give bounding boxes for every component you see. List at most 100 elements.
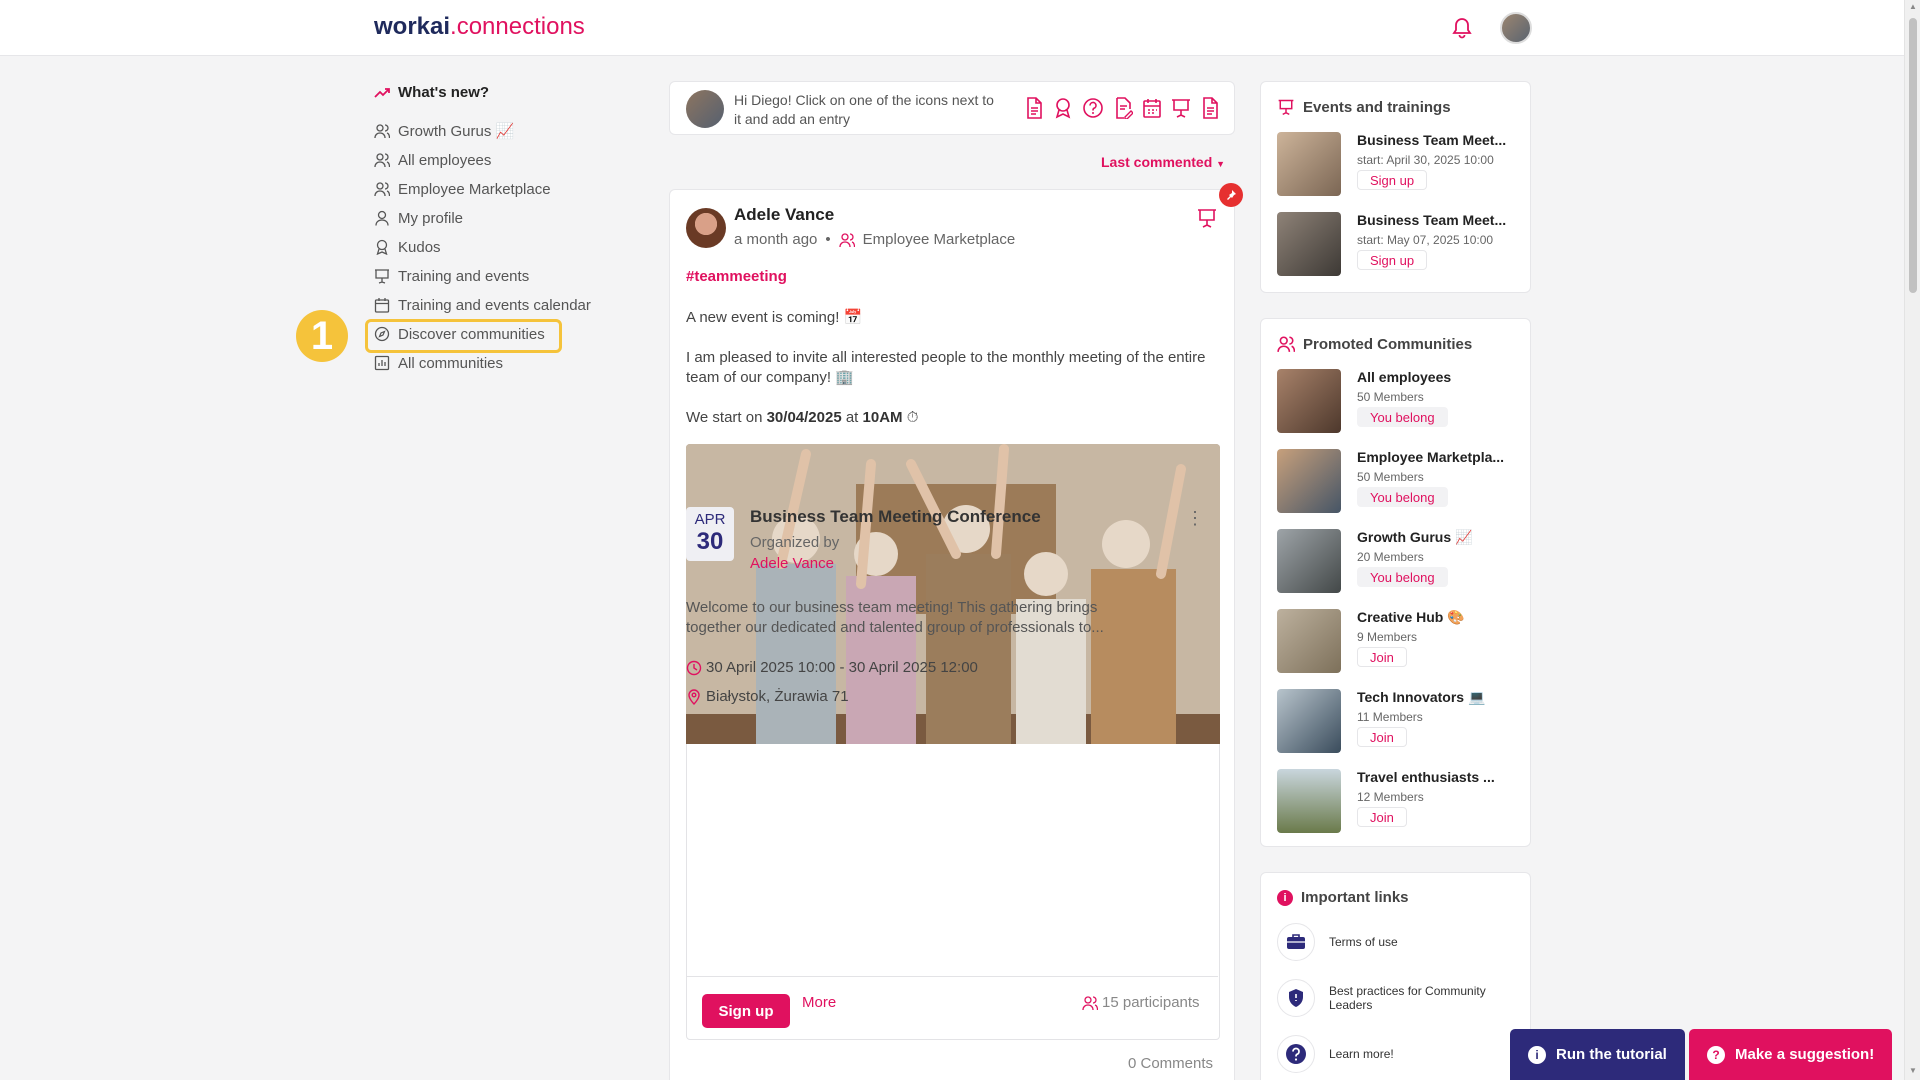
signup-button[interactable]: Sign up	[1357, 170, 1428, 190]
pin-icon	[1219, 183, 1243, 207]
post-community[interactable]: Employee Marketplace	[863, 231, 1016, 248]
caret-down-icon: ▼	[1216, 159, 1226, 169]
community-item[interactable]: Tech Innovators 💻 11 Members Join	[1277, 689, 1517, 753]
community-item[interactable]: Employee Marketpla... 50 Members You belon…	[1277, 449, 1517, 513]
you-belong-badge[interactable]: You belong	[1357, 487, 1448, 507]
post-meta: a month ago • Employee Marketplace	[734, 231, 1016, 248]
users-icon	[1277, 336, 1295, 352]
users-icon	[374, 153, 390, 168]
event-thumbnail	[1277, 212, 1341, 276]
info-icon: i	[1277, 889, 1293, 906]
link-learn-more[interactable]: Learn more!	[1277, 1035, 1517, 1073]
sidebar-item-training-events[interactable]: Training and events	[374, 265, 529, 287]
community-thumbnail	[1277, 369, 1341, 433]
trending-icon	[374, 87, 390, 98]
users-icon	[374, 182, 390, 197]
join-button[interactable]: Join	[1357, 807, 1407, 827]
users-icon	[1082, 995, 1098, 1010]
calendar-icon[interactable]	[1142, 97, 1162, 119]
page-scrollbar[interactable]: ▲ ▼	[1904, 0, 1920, 1080]
app-logo[interactable]: workai.connections	[374, 13, 585, 41]
users-icon	[839, 232, 855, 247]
post-time: a month ago	[734, 231, 818, 248]
community-thumbnail	[1277, 529, 1341, 593]
presentation-icon[interactable]	[1171, 97, 1191, 119]
post-line-2: I am pleased to invite all interested pe…	[686, 349, 1206, 386]
sidebar-item-kudos[interactable]: Kudos	[374, 236, 441, 258]
links-card-title: i Important links	[1277, 889, 1409, 906]
post-composer: Hi Diego! Click on one of the icons next…	[669, 81, 1235, 135]
post-author[interactable]: Adele Vance	[734, 205, 834, 225]
sidebar-item-all-employees[interactable]: All employees	[374, 149, 491, 171]
document-icon[interactable]	[1024, 97, 1044, 119]
communities-card: Promoted Communities All employees 50 Mem…	[1260, 318, 1531, 847]
link-terms[interactable]: Terms of use	[1277, 923, 1517, 961]
post-line-1: A new event is coming! 📅	[686, 309, 863, 326]
events-card: Events and trainings Business Team Meet.…	[1260, 81, 1531, 293]
presentation-icon	[1278, 99, 1294, 116]
post-hashtag[interactable]: #teammeeting	[686, 268, 787, 285]
chart-icon	[374, 355, 390, 371]
you-belong-badge[interactable]: You belong	[1357, 407, 1448, 427]
run-tutorial-button[interactable]: i Run the tutorial	[1510, 1029, 1685, 1080]
divider	[686, 976, 1218, 977]
presentation-icon	[375, 269, 389, 284]
join-button[interactable]: Join	[1357, 727, 1407, 747]
author-avatar[interactable]	[686, 208, 726, 248]
bell-icon[interactable]	[1452, 17, 1472, 44]
scroll-down-icon[interactable]: ▼	[1909, 1066, 1917, 1075]
award-icon	[376, 239, 388, 255]
community-item[interactable]: All employees 50 Members You belong	[1277, 369, 1517, 433]
award-icon[interactable]	[1053, 97, 1073, 119]
community-thumbnail	[1277, 769, 1341, 833]
sidebar-item-growth-gurus[interactable]: Growth Gurus 📈	[374, 120, 514, 142]
scroll-thumb[interactable]	[1909, 18, 1917, 293]
shield-icon	[1277, 979, 1315, 1017]
question-icon	[1277, 1035, 1315, 1073]
info-icon: i	[1528, 1045, 1546, 1064]
sort-dropdown[interactable]: Last commented ▼	[1101, 154, 1225, 170]
post-card: Adele Vance a month ago • Employee Marke…	[669, 183, 1243, 1080]
join-button[interactable]: Join	[1357, 647, 1407, 667]
users-icon	[374, 124, 390, 139]
make-suggestion-button[interactable]: ? Make a suggestion!	[1689, 1029, 1893, 1080]
events-card-title: Events and trainings	[1277, 98, 1451, 116]
community-thumbnail	[1277, 449, 1341, 513]
briefcase-icon	[1277, 923, 1315, 961]
community-thumbnail	[1277, 609, 1341, 673]
nav-whats-new[interactable]: What's new?	[374, 84, 489, 101]
user-avatar[interactable]	[1500, 12, 1532, 44]
presentation-icon	[1196, 207, 1218, 234]
composer-prompt[interactable]: Hi Diego! Click on one of the icons next…	[734, 91, 994, 129]
community-thumbnail	[1277, 689, 1341, 753]
community-item[interactable]: Creative Hub 🎨 9 Members Join	[1277, 609, 1517, 673]
event-signup-button[interactable]: Sign up	[702, 994, 790, 1028]
community-item[interactable]: Growth Gurus 📈 20 Members You belong	[1277, 529, 1517, 593]
question-icon: ?	[1707, 1045, 1725, 1064]
top-header: workai.connections	[0, 0, 1904, 56]
calendar-icon	[374, 298, 390, 313]
link-best-practices[interactable]: Best practices for Community Leaders	[1277, 979, 1517, 1017]
document-icon[interactable]	[1200, 97, 1220, 119]
highlight-box	[365, 319, 562, 353]
you-belong-badge[interactable]: You belong	[1357, 567, 1448, 587]
event-participants[interactable]: 15 participants	[1082, 994, 1200, 1011]
document-edit-icon[interactable]	[1113, 97, 1133, 119]
sidebar-item-training-calendar[interactable]: Training and events calendar	[374, 294, 591, 316]
question-icon[interactable]	[1082, 97, 1104, 119]
event-item[interactable]: Business Team Meet... start: May 07, 202…	[1277, 212, 1517, 276]
post-line-3: We start on 30/04/2025 at 10AM ⏱	[686, 409, 919, 426]
composer-icons	[1024, 97, 1220, 119]
community-item[interactable]: Travel enthusiasts ... 12 Members Join	[1277, 769, 1517, 833]
sidebar-item-employee-marketplace[interactable]: Employee Marketplace	[374, 178, 551, 200]
signup-button[interactable]: Sign up	[1357, 250, 1428, 270]
event-item[interactable]: Business Team Meet... start: April 30, 2…	[1277, 132, 1517, 196]
sidebar-item-all-communities[interactable]: All communities	[374, 352, 503, 374]
event-thumbnail	[1277, 132, 1341, 196]
communities-card-title: Promoted Communities	[1277, 335, 1472, 353]
user-icon	[375, 210, 389, 226]
scroll-up-icon[interactable]: ▲	[1909, 2, 1917, 11]
sidebar-item-my-profile[interactable]: My profile	[374, 207, 463, 229]
post-comments-count[interactable]: 0 Comments	[1128, 1055, 1213, 1072]
event-more-link[interactable]: More	[802, 994, 836, 1011]
